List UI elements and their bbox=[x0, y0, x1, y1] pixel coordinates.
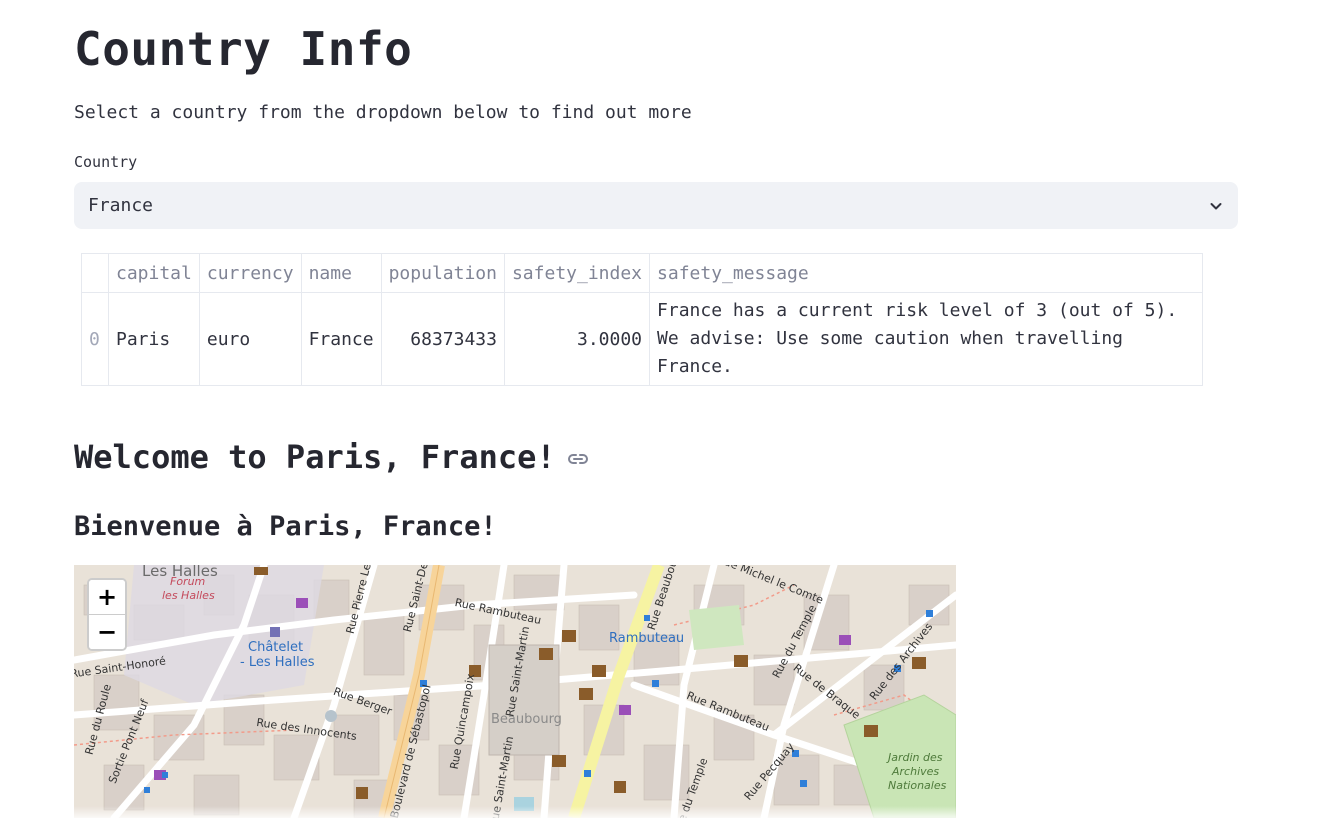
map-label-beaubourg: Beaubourg bbox=[491, 712, 562, 727]
column-header-safety-index[interactable]: safety_index bbox=[503, 253, 651, 293]
welcome-heading-text: Welcome to Paris, France! bbox=[74, 438, 556, 476]
welcome-heading: Welcome to Paris, France! bbox=[74, 438, 590, 476]
map-label-forum-sub: les Halles bbox=[162, 589, 215, 602]
zoom-out-button[interactable]: − bbox=[89, 614, 125, 649]
page-subtitle: Select a country from the dropdown below… bbox=[74, 102, 692, 123]
row-index-cell[interactable]: 0 bbox=[81, 292, 109, 386]
name-cell[interactable]: France bbox=[300, 292, 382, 386]
table-header-row: capital currency name population safety_… bbox=[81, 253, 1204, 293]
column-header-population[interactable]: population bbox=[380, 253, 505, 293]
column-header-safety-message[interactable]: safety_message bbox=[649, 253, 1204, 293]
map-label-jardin: Jardin des bbox=[888, 751, 943, 764]
column-header-name[interactable]: name bbox=[300, 253, 382, 293]
country-select-value: France bbox=[88, 195, 154, 216]
city-map[interactable]: Les Halles Forum les Halles Châtelet - L… bbox=[74, 565, 956, 818]
column-header-capital[interactable]: capital bbox=[108, 253, 200, 293]
map-label-rambuteau: Rambuteau bbox=[609, 631, 685, 646]
country-select-label: Country bbox=[74, 153, 138, 171]
map-label-chatelet-sub: - Les Halles bbox=[240, 655, 315, 670]
map-label-chatelet: Châtelet bbox=[248, 640, 304, 655]
currency-cell[interactable]: euro bbox=[198, 292, 302, 386]
population-cell[interactable]: 68373433 bbox=[380, 292, 505, 386]
column-header-index[interactable] bbox=[81, 253, 109, 293]
safety-index-cell[interactable]: 3.0000 bbox=[503, 292, 651, 386]
capital-cell[interactable]: Paris bbox=[108, 292, 200, 386]
zoom-in-button[interactable]: + bbox=[89, 580, 125, 614]
bienvenue-heading: Bienvenue à Paris, France! bbox=[74, 511, 497, 542]
bottom-fade bbox=[0, 806, 1320, 818]
link-icon[interactable] bbox=[566, 447, 590, 471]
country-dataframe[interactable]: capital currency name population safety_… bbox=[81, 253, 1204, 386]
chevron-down-icon bbox=[1210, 202, 1222, 209]
map-zoom-control: + − bbox=[87, 578, 127, 651]
page-title: Country Info bbox=[74, 22, 413, 76]
column-header-currency[interactable]: currency bbox=[198, 253, 302, 293]
map-label-jardin-3: Nationales bbox=[888, 779, 947, 792]
table-row: 0 Paris euro France 68373433 3.0000 Fran… bbox=[81, 292, 1204, 386]
safety-message-cell[interactable]: France has a current risk level of 3 (ou… bbox=[649, 292, 1204, 386]
map-label-jardin-2: Archives bbox=[892, 765, 940, 778]
map-label-forum: Forum bbox=[170, 575, 206, 588]
country-select[interactable]: France bbox=[74, 182, 1238, 229]
